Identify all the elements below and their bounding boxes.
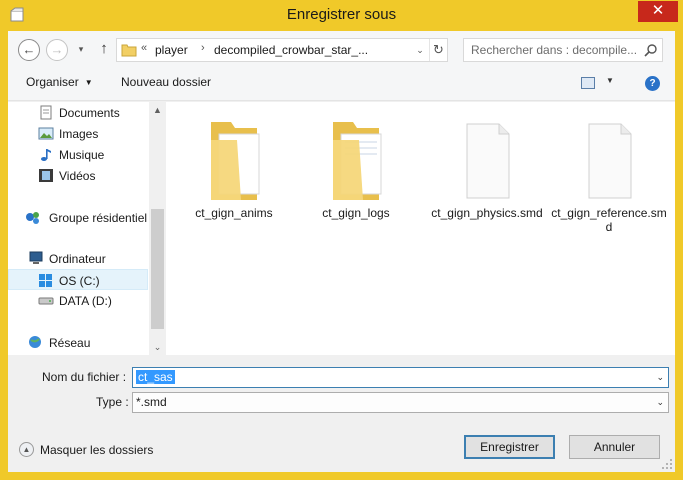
drive-d-icon — [38, 297, 54, 305]
nav-item-videos[interactable]: Vidéos — [8, 165, 148, 186]
document-icon — [466, 123, 510, 199]
nav-item-music[interactable]: Musique — [8, 144, 148, 165]
nav-item-label: Musique — [59, 148, 105, 162]
breadcrumb-current-folder[interactable]: decompiled_crowbar_star_... — [214, 43, 368, 57]
file-item-file[interactable]: ct_gign_reference.smd — [550, 102, 668, 242]
organise-label: Organiser — [26, 75, 79, 89]
folder-icon — [121, 44, 137, 57]
folder-icon — [333, 122, 382, 200]
nav-item-images[interactable]: Images — [8, 123, 148, 144]
scrollbar-thumb[interactable] — [151, 209, 164, 329]
cancel-button[interactable]: Annuler — [569, 435, 660, 459]
nav-item-label: Images — [59, 127, 99, 141]
title-bar[interactable]: Enregistrer sous ✕ — [0, 0, 683, 32]
file-name: ct_gign_anims — [195, 206, 273, 220]
breadcrumb-player[interactable]: player — [155, 43, 188, 57]
save-button[interactable]: Enregistrer — [464, 435, 555, 459]
nav-item-label: Groupe résidentiel — [49, 211, 148, 225]
save-form: Nom du fichier : ct_sas ⌄ Type : *.smd ⌄… — [8, 355, 675, 472]
nav-item-label: Ordinateur — [49, 252, 106, 266]
chevron-down-icon: ▼ — [84, 78, 93, 87]
document-icon — [588, 123, 632, 199]
recent-locations-chevron-down-icon[interactable]: ▾ — [74, 41, 88, 57]
type-value: *.smd — [136, 395, 167, 409]
documents-icon — [40, 105, 52, 120]
drive-c-icon — [39, 274, 52, 287]
address-row: ← → ▾ ↑ « player › decompiled_crowbar_st… — [8, 31, 675, 67]
nav-item-label: DATA (D:) — [59, 294, 112, 308]
collapse-icon: ▲ — [19, 442, 34, 457]
scroll-down-icon[interactable]: ⌄ — [149, 339, 166, 355]
refresh-icon[interactable]: ↻ — [429, 39, 447, 61]
close-button[interactable]: ✕ — [638, 1, 678, 22]
filename-value[interactable]: ct_sas — [136, 370, 175, 384]
nav-item-homegroup[interactable]: Groupe résidentiel — [8, 207, 148, 228]
videos-icon — [39, 169, 53, 182]
nav-item-network[interactable]: Réseau — [8, 332, 148, 353]
command-bar: Organiser ▼ Nouveau dossier ▼ ? — [8, 67, 675, 101]
filename-label: Nom du fichier : — [42, 370, 127, 384]
filename-dropdown-chevron-down-icon[interactable]: ⌄ — [656, 372, 664, 383]
new-folder-button[interactable]: Nouveau dossier — [121, 75, 211, 89]
window-title: Enregistrer sous — [286, 6, 397, 23]
nav-item-data-d[interactable]: DATA (D:) — [8, 290, 148, 311]
music-icon — [41, 149, 51, 161]
filename-input[interactable]: ct_sas ⌄ — [132, 367, 669, 388]
view-options-chevron-down-icon[interactable]: ▼ — [606, 76, 614, 85]
folder-icon — [211, 122, 260, 200]
file-name: ct_gign_logs — [322, 206, 390, 220]
nav-item-label: Réseau — [49, 336, 91, 350]
breadcrumb-separator-icon[interactable]: › — [201, 42, 205, 54]
dialog-body: ← → ▾ ↑ « player › decompiled_crowbar_st… — [8, 31, 675, 472]
file-item-file[interactable]: ct_gign_physics.smd — [428, 102, 546, 242]
resize-grip-icon[interactable] — [661, 458, 673, 470]
search-box[interactable]: Rechercher dans : decompile... — [463, 38, 663, 62]
address-bar[interactable]: « player › decompiled_crowbar_star_... ⌄… — [116, 38, 448, 62]
address-overflow-icon[interactable]: « — [141, 42, 147, 54]
network-icon — [29, 336, 41, 348]
up-button[interactable]: ↑ — [96, 39, 112, 61]
search-icon[interactable] — [644, 43, 658, 57]
nav-scrollbar[interactable]: ▲ ⌄ — [149, 102, 166, 355]
nav-item-label: OS (C:) — [59, 274, 100, 288]
images-icon — [38, 127, 54, 140]
nav-item-label: Vidéos — [59, 169, 96, 183]
file-name: ct_gign_physics.smd — [431, 206, 543, 220]
nav-item-os-c[interactable]: OS (C:) — [8, 269, 148, 290]
file-item-folder[interactable]: ct_gign_anims — [175, 102, 293, 242]
type-label: Type : — [96, 395, 129, 409]
organise-button[interactable]: Organiser ▼ — [26, 75, 93, 89]
hide-folders-label: Masquer les dossiers — [40, 443, 154, 457]
address-dropdown-chevron-down-icon[interactable]: ⌄ — [413, 43, 427, 57]
type-select[interactable]: *.smd ⌄ — [132, 392, 669, 413]
homegroup-icon — [26, 212, 39, 224]
nav-item-documents[interactable]: Documents — [8, 102, 148, 123]
computer-icon — [29, 251, 43, 264]
nav-item-label: Documents — [59, 106, 120, 120]
file-name: ct_gign_reference.smd — [551, 206, 667, 234]
scroll-up-icon[interactable]: ▲ — [149, 102, 166, 118]
back-button[interactable]: ← — [18, 39, 40, 61]
search-input[interactable]: Rechercher dans : decompile... — [471, 43, 637, 57]
navigation-pane: Documents Images Musique Vidéos Groupe r… — [8, 102, 166, 355]
save-as-dialog: Enregistrer sous ✕ ← → ▾ ↑ « player › de… — [0, 0, 683, 480]
file-item-folder[interactable]: ct_gign_logs — [297, 102, 415, 242]
forward-button[interactable]: → — [46, 39, 68, 61]
type-dropdown-chevron-down-icon[interactable]: ⌄ — [656, 397, 664, 408]
file-list: ct_gign_anims ct_gign_logs ct_gign_physi… — [166, 102, 675, 355]
nav-item-computer[interactable]: Ordinateur — [8, 248, 148, 269]
help-icon[interactable]: ? — [645, 76, 660, 91]
view-options-icon[interactable] — [581, 77, 595, 89]
